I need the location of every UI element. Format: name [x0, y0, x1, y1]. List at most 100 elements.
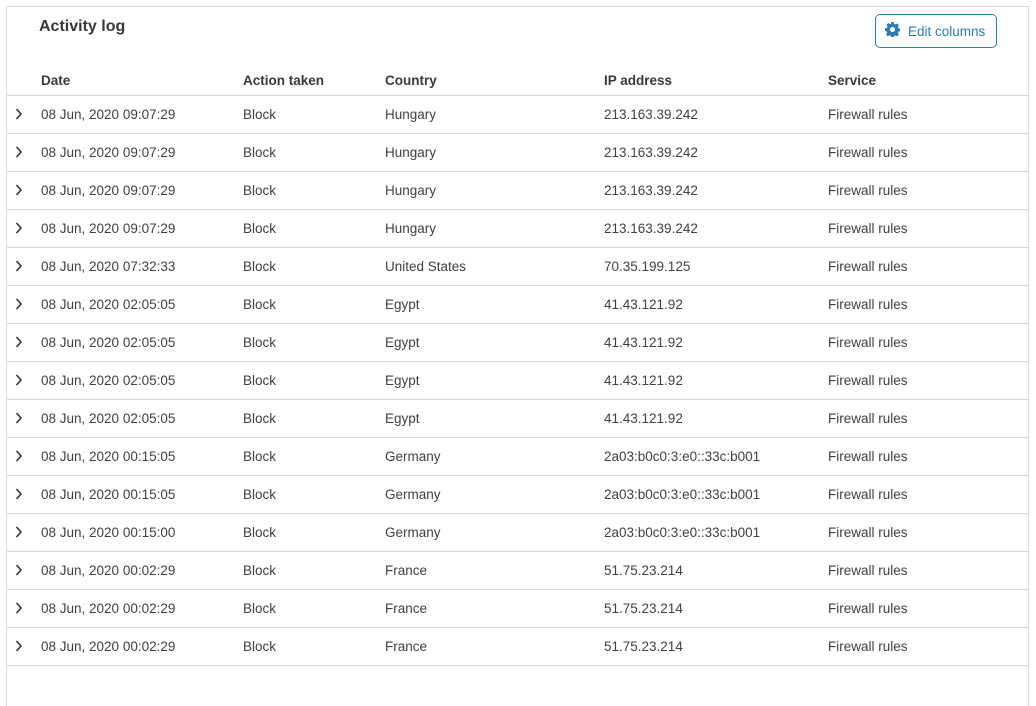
table-row[interactable]: 08 Jun, 2020 02:05:05 Block Egypt 41.43.121… [7, 286, 1028, 324]
chevron-right-icon[interactable] [14, 601, 24, 615]
table-row[interactable]: 08 Jun, 2020 00:15:05 Block Germany 2a03:b0… [7, 476, 1028, 514]
country-cell: France [385, 639, 428, 654]
service-cell: Firewall rules [828, 487, 908, 502]
service-cell: Firewall rules [828, 145, 908, 160]
ip-cell: 51.75.23.214 [604, 639, 683, 654]
ip-cell: 213.163.39.242 [604, 107, 698, 122]
ip-cell: 51.75.23.214 [604, 563, 683, 578]
service-cell: Firewall rules [828, 601, 908, 616]
table-row[interactable]: 08 Jun, 2020 00:15:05 Block Germany 2a03:b0… [7, 438, 1028, 476]
chevron-right-icon[interactable] [14, 221, 24, 235]
date-cell: 08 Jun, 2020 02:05:05 [41, 411, 176, 426]
date-cell: 08 Jun, 2020 09:07:29 [41, 107, 176, 122]
service-cell: Firewall rules [828, 411, 908, 426]
action-cell: Block [243, 145, 277, 160]
column-header-service[interactable]: Service [828, 73, 876, 88]
country-cell: Germany [385, 487, 441, 502]
service-cell: Firewall rules [828, 221, 908, 236]
country-cell: Hungary [385, 107, 437, 122]
table-row[interactable]: 08 Jun, 2020 00:15:00 Block Germany 2a03:b0… [7, 514, 1028, 552]
country-cell: Egypt [385, 297, 420, 312]
chevron-right-icon[interactable] [14, 145, 24, 159]
action-cell: Block [243, 449, 277, 464]
chevron-right-icon[interactable] [14, 487, 24, 501]
ip-cell: 70.35.199.125 [604, 259, 691, 274]
date-cell: 08 Jun, 2020 02:05:05 [41, 335, 176, 350]
date-cell: 08 Jun, 2020 02:05:05 [41, 373, 176, 388]
chevron-right-icon[interactable] [14, 639, 24, 653]
action-cell: Block [243, 487, 277, 502]
date-cell: 08 Jun, 2020 00:02:29 [41, 639, 176, 654]
date-cell: 08 Jun, 2020 07:32:33 [41, 259, 176, 274]
ip-cell: 41.43.121.92 [604, 411, 683, 426]
ip-cell: 41.43.121.92 [604, 373, 683, 388]
chevron-right-icon[interactable] [14, 335, 24, 349]
column-header-date[interactable]: Date [41, 73, 70, 88]
chevron-right-icon[interactable] [14, 525, 24, 539]
table-row[interactable]: 08 Jun, 2020 00:02:29 Block France 51.75.23… [7, 552, 1028, 590]
country-cell: Hungary [385, 183, 437, 198]
chevron-right-icon[interactable] [14, 563, 24, 577]
table-row[interactable]: 08 Jun, 2020 02:05:05 Block Egypt 41.43.121… [7, 324, 1028, 362]
ip-cell: 213.163.39.242 [604, 183, 698, 198]
ip-cell: 213.163.39.242 [604, 145, 698, 160]
service-cell: Firewall rules [828, 449, 908, 464]
column-header-country[interactable]: Country [385, 73, 437, 88]
country-cell: Egypt [385, 373, 420, 388]
ip-cell: 2a03:b0c0:3:e0::33c:b001 [604, 487, 761, 502]
service-cell: Firewall rules [828, 525, 908, 540]
table-row[interactable]: 08 Jun, 2020 00:02:29 Block France 51.75.23… [7, 590, 1028, 628]
action-cell: Block [243, 259, 277, 274]
country-cell: France [385, 563, 428, 578]
table-header: Date Action taken Country IP address Ser… [7, 68, 1028, 96]
table-row[interactable]: 08 Jun, 2020 02:05:05 Block Egypt 41.43.121… [7, 362, 1028, 400]
edit-columns-button[interactable]: Edit columns [875, 14, 997, 48]
edit-columns-label: Edit columns [908, 23, 986, 39]
gear-icon [885, 22, 901, 40]
service-cell: Firewall rules [828, 639, 908, 654]
table-row[interactable]: 08 Jun, 2020 02:05:05 Block Egypt 41.43.121… [7, 400, 1028, 438]
date-cell: 08 Jun, 2020 09:07:29 [41, 221, 176, 236]
chevron-right-icon[interactable] [14, 259, 24, 273]
ip-cell: 41.43.121.92 [604, 297, 683, 312]
table-row[interactable]: 08 Jun, 2020 09:07:29 Block Hungary 213.163… [7, 210, 1028, 248]
chevron-right-icon[interactable] [14, 107, 24, 121]
action-cell: Block [243, 639, 277, 654]
table-row[interactable]: 08 Jun, 2020 09:07:29 Block Hungary 213.163… [7, 134, 1028, 172]
date-cell: 08 Jun, 2020 09:07:29 [41, 183, 176, 198]
column-header-action[interactable]: Action taken [243, 73, 324, 88]
ip-cell: 2a03:b0c0:3:e0::33c:b001 [604, 525, 761, 540]
chevron-right-icon[interactable] [14, 297, 24, 311]
date-cell: 08 Jun, 2020 00:15:05 [41, 449, 176, 464]
chevron-right-icon[interactable] [14, 183, 24, 197]
service-cell: Firewall rules [828, 259, 908, 274]
page-title: Activity log [39, 18, 126, 35]
country-cell: Hungary [385, 145, 437, 160]
service-cell: Firewall rules [828, 335, 908, 350]
activity-log-panel: Activity log Edit columns Date Action ta… [6, 6, 1029, 706]
action-cell: Block [243, 373, 277, 388]
table-row[interactable]: 08 Jun, 2020 09:07:29 Block Hungary 213.163… [7, 96, 1028, 134]
action-cell: Block [243, 411, 277, 426]
country-cell: Hungary [385, 221, 437, 236]
chevron-right-icon[interactable] [14, 449, 24, 463]
chevron-right-icon[interactable] [14, 373, 24, 387]
service-cell: Firewall rules [828, 183, 908, 198]
service-cell: Firewall rules [828, 297, 908, 312]
country-cell: Germany [385, 449, 441, 464]
service-cell: Firewall rules [828, 373, 908, 388]
chevron-right-icon[interactable] [14, 411, 24, 425]
country-cell: Egypt [385, 411, 420, 426]
column-header-ip[interactable]: IP address [604, 73, 672, 88]
country-cell: France [385, 601, 428, 616]
action-cell: Block [243, 221, 277, 236]
table-row[interactable]: 08 Jun, 2020 09:07:29 Block Hungary 213.163… [7, 172, 1028, 210]
table-row[interactable]: 08 Jun, 2020 00:02:29 Block France 51.75.23… [7, 628, 1028, 666]
country-cell: Germany [385, 525, 441, 540]
date-cell: 08 Jun, 2020 00:15:05 [41, 487, 176, 502]
date-cell: 08 Jun, 2020 09:07:29 [41, 145, 176, 160]
table-row[interactable]: 08 Jun, 2020 07:32:33 Block United States 7… [7, 248, 1028, 286]
action-cell: Block [243, 297, 277, 312]
ip-cell: 213.163.39.242 [604, 221, 698, 236]
date-cell: 08 Jun, 2020 00:02:29 [41, 601, 176, 616]
